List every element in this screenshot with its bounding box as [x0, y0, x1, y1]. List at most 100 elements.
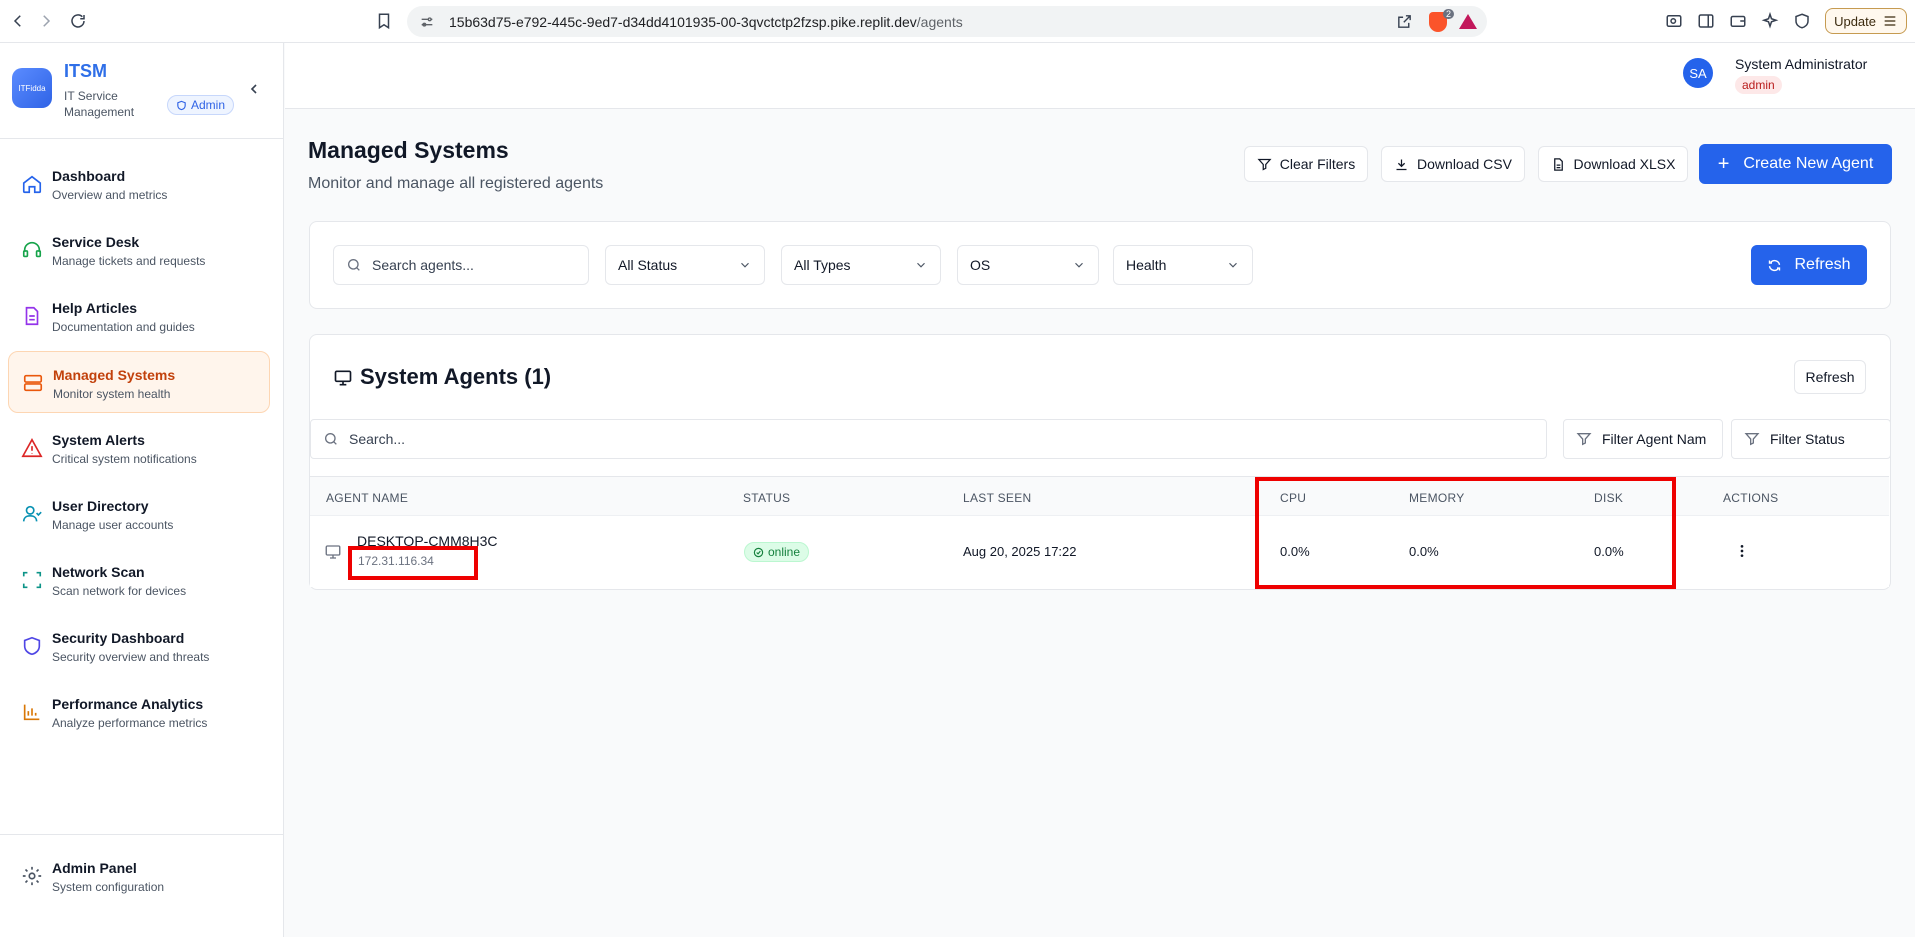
sidebar-item-managed-systems[interactable]: Managed Systems Monitor system health [8, 351, 270, 413]
url-host: 15b63d75-e792-445c-9ed7-d34dd4101935-00-… [449, 13, 917, 30]
download-icon [1396, 159, 1407, 170]
user-name: System Administrator [1735, 56, 1868, 72]
update-label: Update [1834, 13, 1876, 29]
url-path: /agents [916, 13, 963, 30]
sidebar-item-dashboard[interactable]: Dashboard Overview and metrics [8, 153, 270, 215]
sidebar-item-label: Admin Panel [52, 860, 137, 876]
column-header-agent-name[interactable]: AGENT NAME [326, 491, 408, 505]
site-settings-icon[interactable] [419, 14, 435, 30]
sidebar-item-desc: Documentation and guides [52, 320, 195, 334]
bar-chart-icon [21, 701, 43, 723]
clear-filters-button[interactable]: Clear Filters [1244, 146, 1368, 182]
shield-small-icon [177, 100, 186, 110]
sidebar-toggle-icon[interactable] [1697, 12, 1715, 30]
download-csv-label: Download CSV [1417, 156, 1512, 172]
bookmark-icon[interactable] [370, 7, 398, 35]
sidebar-item-help-articles[interactable]: Help Articles Documentation and guides [8, 285, 270, 347]
search-icon [325, 433, 337, 445]
sidebar-item-desc: Manage user accounts [52, 518, 174, 532]
agents-search-input[interactable] [349, 431, 1534, 447]
file-icon [1553, 157, 1563, 171]
sidebar-brand: ITFidda ITSM IT Service Management Admin [0, 43, 283, 139]
search-agents-input-wrap[interactable] [333, 245, 589, 285]
status-select[interactable]: All Status [605, 245, 765, 285]
forward-icon[interactable] [32, 7, 60, 35]
search-agents-input[interactable] [372, 257, 576, 273]
top-header: SA System Administrator admin [285, 43, 1915, 109]
sidebar-item-user-directory[interactable]: User Directory Manage user accounts [8, 483, 270, 545]
document-icon [21, 305, 43, 327]
url-text: 15b63d75-e792-445c-9ed7-d34dd4101935-00-… [449, 14, 963, 30]
home-icon [21, 173, 43, 195]
download-csv-button[interactable]: Download CSV [1381, 146, 1525, 182]
filters-card: All Status All Types OS Health Refresh [309, 221, 1891, 309]
create-new-agent-button[interactable]: + Create New Agent [1699, 144, 1892, 184]
sidebar-item-admin-panel[interactable]: Admin Panel System configuration [8, 845, 270, 907]
agents-search-wrap[interactable] [310, 419, 1547, 459]
sidebar-item-system-alerts[interactable]: System Alerts Critical system notificati… [8, 417, 270, 479]
agents-card-title: System Agents (1) [360, 364, 552, 389]
users-icon [21, 503, 43, 525]
back-icon[interactable] [4, 7, 32, 35]
sidebar-item-network-scan[interactable]: Network Scan Scan network for devices [8, 549, 270, 611]
chevron-left-icon [250, 84, 257, 94]
os-select[interactable]: OS [957, 245, 1099, 285]
app-logo: ITFidda [12, 68, 52, 108]
share-icon[interactable] [1396, 13, 1413, 30]
address-bar[interactable]: 15b63d75-e792-445c-9ed7-d34dd4101935-00-… [407, 6, 1487, 37]
sidebar-item-desc: Scan network for devices [52, 584, 187, 598]
more-actions-icon[interactable] [1734, 543, 1750, 559]
sidebar: ITFidda ITSM IT Service Management Admin… [0, 43, 284, 937]
sidebar-item-label: Performance Analytics [52, 696, 204, 712]
filter-icon [1257, 158, 1272, 171]
sidebar-item-service-desk[interactable]: Service Desk Manage tickets and requests [8, 219, 270, 281]
gear-icon [21, 865, 43, 887]
last-seen: Aug 20, 2025 17:22 [963, 544, 1077, 559]
sidebar-item-performance-analytics[interactable]: Performance Analytics Analyze performanc… [8, 681, 270, 743]
os-select-value: OS [970, 257, 991, 273]
column-header-last-seen[interactable]: LAST SEEN [963, 491, 1032, 505]
shield-icon [21, 635, 43, 657]
sidebar-item-label: User Directory [52, 498, 149, 514]
download-xlsx-button[interactable]: Download XLSX [1538, 146, 1688, 182]
plus-icon: + [1717, 153, 1730, 175]
filter-icon [1744, 433, 1760, 446]
admin-badge-label: Admin [191, 98, 226, 112]
user-role-badge: admin [1735, 76, 1782, 94]
status-badge: online [744, 542, 810, 562]
sidebar-item-desc: Critical system notifications [52, 452, 197, 466]
admin-badge: Admin [167, 95, 235, 115]
scan-icon [21, 569, 43, 591]
update-button[interactable]: Update [1825, 8, 1907, 34]
chevron-down-icon [741, 262, 749, 268]
chevron-down-icon [917, 262, 925, 268]
sidebar-item-label: System Alerts [52, 432, 145, 448]
headset-icon [21, 239, 43, 261]
sidebar-item-desc: Security overview and threats [52, 650, 210, 664]
avatar[interactable]: SA [1683, 58, 1713, 88]
browser-toolbar: 15b63d75-e792-445c-9ed7-d34dd4101935-00-… [0, 0, 1915, 43]
filter-status-button[interactable]: Filter Status [1731, 419, 1891, 459]
wallet-icon[interactable] [1729, 12, 1747, 30]
reload-icon[interactable] [64, 7, 92, 35]
refresh-filters-button[interactable]: Refresh [1751, 245, 1867, 285]
sidebar-item-security-dashboard[interactable]: Security Dashboard Security overview and… [8, 615, 270, 677]
check-circle-icon [753, 547, 764, 557]
filter-status-label: Filter Status [1770, 431, 1845, 447]
type-select-value: All Types [794, 257, 851, 273]
filter-agent-name-button[interactable]: Filter Agent Nam [1563, 419, 1723, 459]
column-header-status[interactable]: STATUS [743, 491, 790, 505]
refresh-icon [1769, 259, 1781, 271]
agents-refresh-button[interactable]: Refresh [1794, 360, 1866, 394]
collapse-sidebar-button[interactable] [246, 81, 262, 102]
filter-agent-name-label: Filter Agent Nam [1602, 431, 1707, 447]
chevron-down-icon [1075, 262, 1083, 268]
vpn-shield-icon[interactable] [1793, 12, 1811, 30]
reader-icon[interactable] [1665, 12, 1683, 30]
type-select[interactable]: All Types [781, 245, 941, 285]
leo-ai-icon[interactable] [1761, 12, 1779, 30]
health-select[interactable]: Health [1113, 245, 1253, 285]
health-select-value: Health [1126, 257, 1167, 273]
rewards-icon[interactable] [1459, 14, 1477, 29]
search-icon [348, 259, 360, 271]
